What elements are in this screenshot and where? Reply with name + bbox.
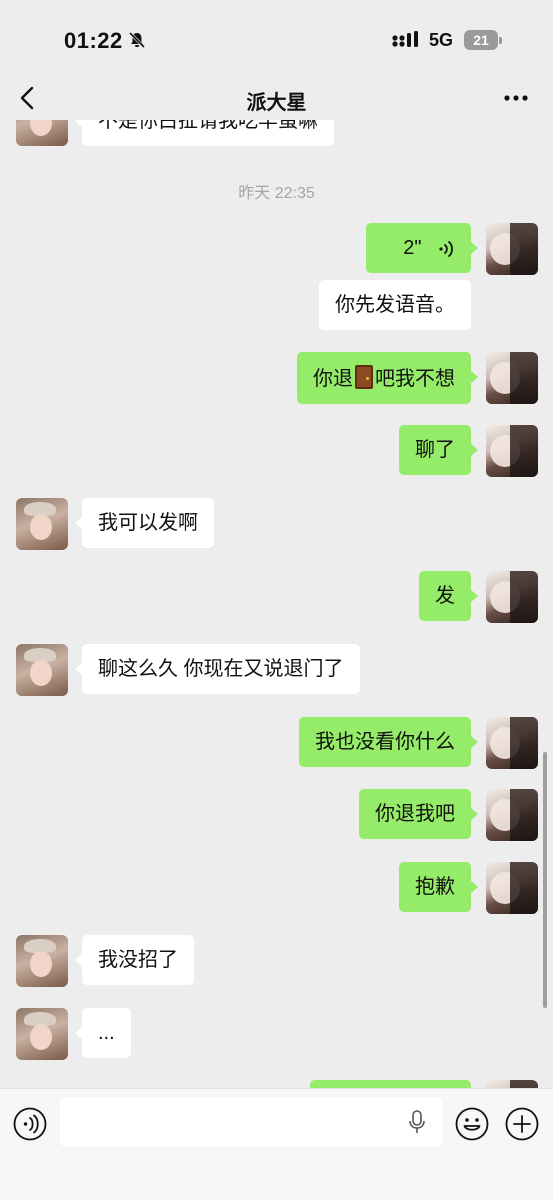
message-sent[interactable]: 发: [419, 571, 478, 621]
network-type: 5G: [429, 30, 454, 50]
my-avatar[interactable]: [486, 223, 538, 275]
signal-icon: [392, 31, 418, 47]
my-avatar[interactable]: [486, 425, 538, 477]
message-sent[interactable]: 抱歉: [399, 862, 478, 912]
status-bar: 01:22 5G 21: [0, 0, 553, 78]
voice-wave-icon: [439, 240, 453, 257]
message-text: 聊这么久 你现在又说退门了: [98, 658, 344, 680]
message-sent[interactable]: 你退我吧: [359, 789, 478, 839]
voice-duration: 2": [403, 237, 422, 259]
my-avatar[interactable]: [486, 862, 538, 914]
message-text: 发: [435, 585, 455, 607]
message-text: ...: [98, 1022, 115, 1044]
message-received[interactable]: 不是你白扯请我吃羊蛋嘛: [75, 120, 334, 146]
message-sent[interactable]: 聊了: [399, 425, 478, 475]
voice-wave-icon[interactable]: [13, 1107, 47, 1141]
message-text: 不是你白扯请我吃羊蛋嘛: [98, 120, 318, 132]
message-text: 抱歉: [415, 876, 455, 898]
message-text: 我可以发啊: [98, 512, 198, 534]
my-avatar[interactable]: [486, 717, 538, 769]
message-list[interactable]: 不是你白扯请我吃羊蛋嘛 昨天 22:35 2" 你先发语音。 你退 吧我不想 聊了…: [0, 120, 553, 1088]
message-received[interactable]: ...: [75, 1008, 131, 1058]
status-time: 01:22: [64, 28, 123, 53]
my-avatar[interactable]: [486, 1080, 538, 1088]
message-text: 吧我不想: [375, 368, 455, 390]
message-sent[interactable]: 我也没看你什么: [299, 717, 478, 767]
message-text: 你退: [313, 368, 353, 390]
contact-avatar[interactable]: [16, 1008, 68, 1060]
message-received[interactable]: 我可以发啊: [75, 498, 214, 548]
chat-title: 派大星: [246, 92, 307, 114]
contact-avatar[interactable]: [16, 935, 68, 987]
scrollbar[interactable]: [543, 752, 547, 1008]
door-emoji-icon: [355, 365, 373, 389]
my-avatar[interactable]: [486, 789, 538, 841]
microphone-icon[interactable]: [408, 1110, 426, 1134]
contact-avatar[interactable]: [16, 498, 68, 550]
my-avatar[interactable]: [486, 352, 538, 404]
emoji-icon[interactable]: [455, 1107, 489, 1141]
message-text: 你退我吧: [375, 803, 455, 825]
more-dots-icon[interactable]: [503, 94, 529, 102]
contact-avatar[interactable]: [16, 120, 68, 146]
message-text: 我也没看你什么: [315, 731, 455, 753]
contact-avatar[interactable]: [16, 644, 68, 696]
chat-header: 派大星: [0, 78, 553, 120]
input-bar: [0, 1088, 553, 1200]
voice-message[interactable]: 2": [366, 223, 478, 273]
message-text: 我没招了: [98, 949, 178, 971]
message-input[interactable]: [60, 1097, 442, 1147]
my-avatar[interactable]: [486, 571, 538, 623]
message-received[interactable]: 我没招了: [75, 935, 194, 985]
message-text: 聊了: [415, 439, 455, 461]
message-sent[interactable]: 你退 吧我不想: [297, 352, 478, 404]
message-sent[interactable]: [310, 1080, 471, 1088]
message-text: 你先发语音。: [335, 294, 455, 316]
bell-muted-icon: [128, 31, 146, 49]
message-received[interactable]: 聊这么久 你现在又说退门了: [75, 644, 360, 694]
plus-icon[interactable]: [505, 1107, 539, 1141]
battery-indicator: 21: [464, 30, 502, 50]
message-timestamp: 昨天 22:35: [238, 185, 315, 202]
message-quoted[interactable]: 你先发语音。: [319, 280, 471, 330]
